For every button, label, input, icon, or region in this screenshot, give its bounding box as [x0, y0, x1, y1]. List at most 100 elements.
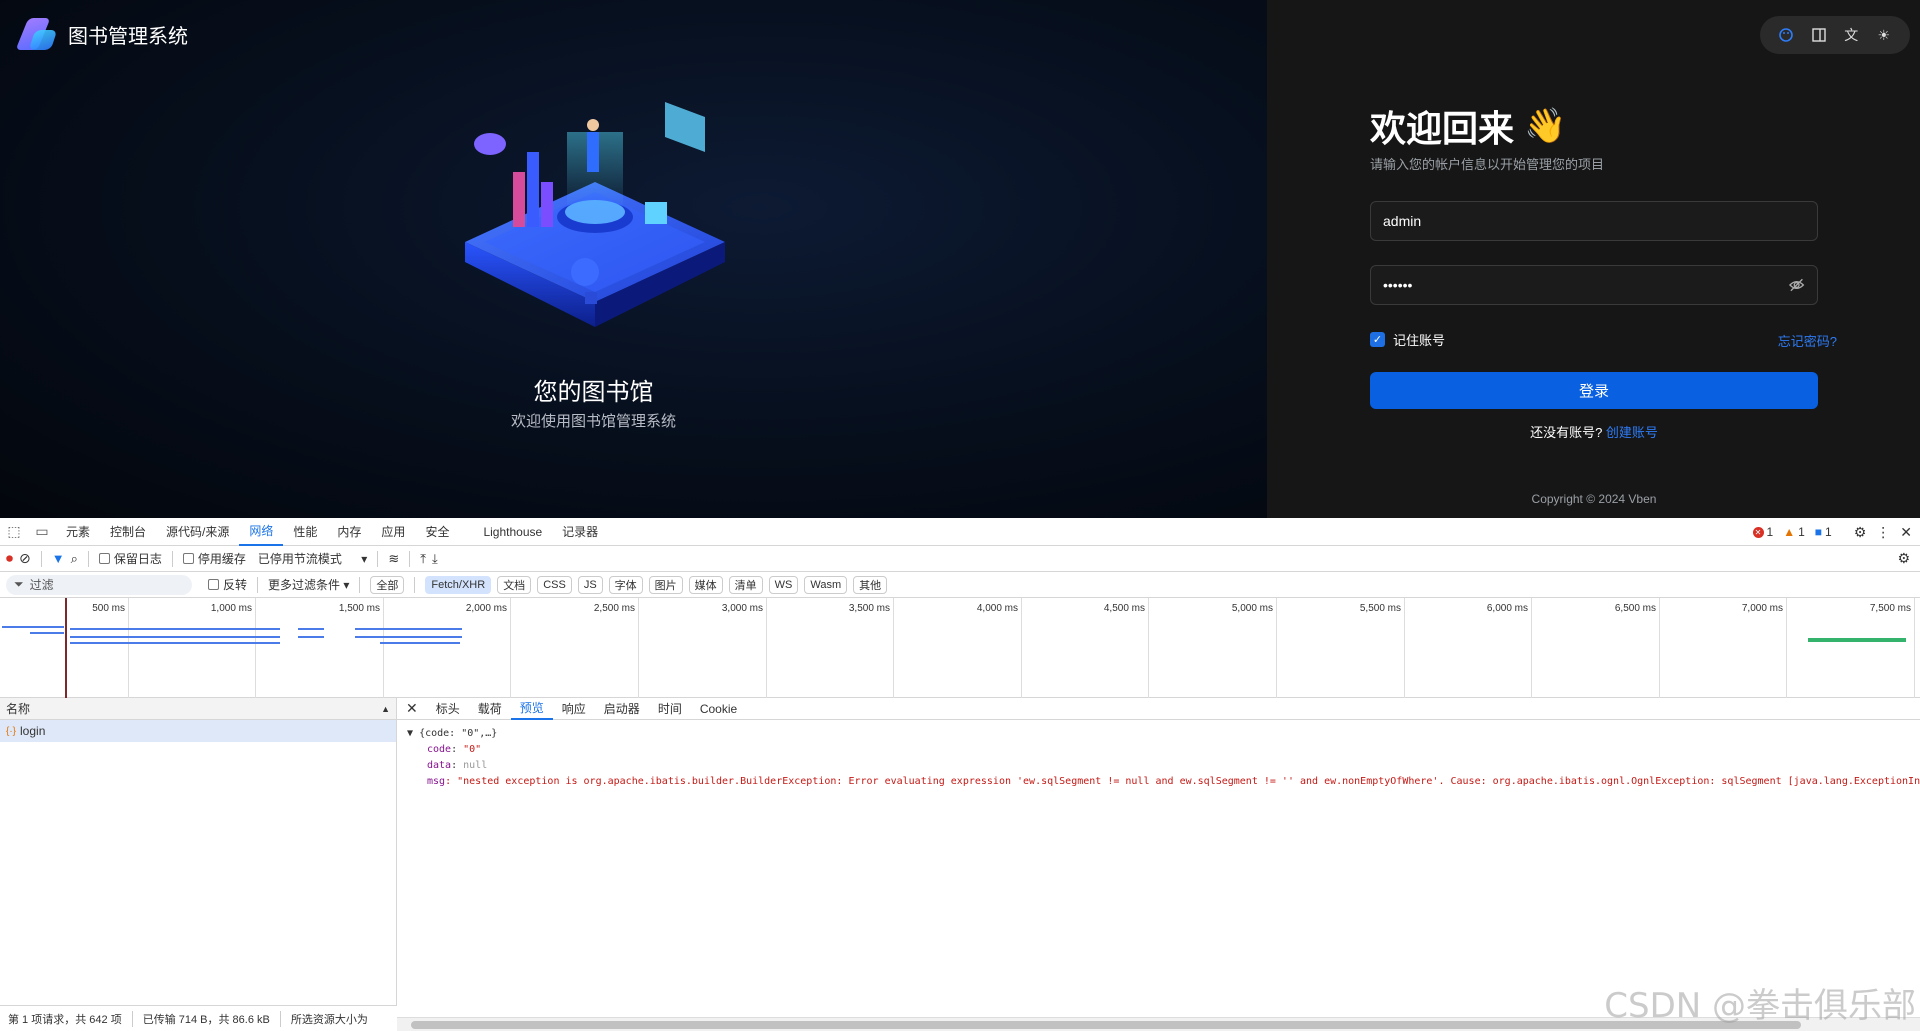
chip-other[interactable]: 其他	[853, 575, 888, 594]
checkbox-box[interactable]	[182, 553, 194, 564]
chip-font[interactable]: 字体	[608, 575, 643, 594]
password-field[interactable]	[1370, 265, 1818, 305]
tab-elements[interactable]: 元素	[56, 518, 100, 546]
detail-tabbar: ✕ 标头 载荷 预览 响应 启动器 时间 Cookie	[397, 698, 1920, 720]
remember-account[interactable]: ✓ 记住账号	[1370, 330, 1445, 349]
sort-up-icon: ▲	[381, 703, 390, 714]
search-icon[interactable]: ⌕	[71, 551, 78, 567]
tab-preview[interactable]: 预览	[510, 698, 553, 720]
settings-gear-icon[interactable]: ⚙	[1854, 524, 1867, 541]
name-column-header[interactable]: 名称 ▲	[0, 698, 396, 720]
eye-off-icon[interactable]	[1788, 276, 1805, 294]
close-devtools-icon[interactable]: ✕	[1900, 524, 1912, 541]
login-button[interactable]: 登录	[1370, 372, 1818, 409]
sun-icon[interactable]: ☀	[1874, 25, 1894, 45]
divider	[257, 576, 259, 593]
remember-checkbox[interactable]: ✓	[1370, 332, 1385, 347]
disable-cache-checkbox[interactable]: 停用缓存	[182, 550, 246, 567]
timeline-tick-label: 1,000 ms	[210, 603, 252, 614]
tab-console[interactable]: 控制台	[100, 518, 156, 546]
chip-img[interactable]: 图片	[648, 575, 683, 594]
import-har-icon[interactable]: ⤒	[420, 551, 426, 567]
tab-performance[interactable]: 性能	[283, 518, 327, 546]
record-icon[interactable]: ⏺	[6, 550, 13, 567]
warning-count[interactable]: ▲ 1	[1783, 525, 1805, 539]
device-toolbar-icon[interactable]: ▭	[28, 518, 56, 546]
expand-triangle-icon[interactable]: ▼	[407, 728, 413, 739]
hero-title: 您的图书馆	[533, 379, 654, 406]
tab-headers[interactable]: 标头	[427, 698, 469, 720]
checkbox-box[interactable]	[98, 553, 110, 564]
timeline-gridline	[1914, 598, 1915, 698]
timeline-gridline	[1786, 598, 1787, 698]
username-field[interactable]	[1370, 201, 1818, 241]
timeline-gridline	[766, 598, 767, 698]
network-conditions-icon[interactable]: ≋	[388, 551, 399, 567]
network-settings-icon[interactable]: ⚙	[1897, 550, 1910, 567]
tab-application[interactable]: 应用	[371, 518, 415, 546]
tab-sources[interactable]: 源代码/来源	[156, 518, 239, 546]
chip-wasm[interactable]: Wasm	[804, 575, 848, 594]
inspect-element-icon[interactable]: ⬚	[0, 518, 28, 546]
library-illustration	[465, 102, 725, 327]
preserve-log-checkbox[interactable]: 保留日志	[98, 550, 162, 567]
timeline-tick-label: 4,000 ms	[976, 603, 1018, 614]
timeline-tick-label: 6,000 ms	[1486, 603, 1528, 614]
json-data-row: data: null	[427, 760, 488, 771]
no-account-text: 还没有账号?	[1530, 425, 1603, 440]
brand[interactable]: 图书管理系统	[15, 16, 188, 52]
clear-icon[interactable]: ⊘	[19, 550, 31, 567]
timeline-tick-label: 1,500 ms	[338, 603, 380, 614]
json-root[interactable]: ▼ {code: "0",…}	[407, 726, 1910, 742]
network-timeline[interactable]: 500 ms 1,000 ms 1,500 ms 2,000 ms 2,500 ms 3,…	[0, 598, 1920, 698]
chip-all[interactable]: 全部	[370, 575, 405, 594]
login-form-panel: 文 ☀ 欢迎回来 👋 请输入您的帐户信息以开始管理您的项目 ✓ 记住账号 忘记密…	[1267, 0, 1920, 518]
filter-funnel-icon: ⏷	[14, 577, 24, 591]
browser-viewport: 图书管理系统 您的图书馆 欢迎使用图书馆管理系统 文 ☀ 欢迎回来 👋 请输入您…	[0, 0, 1920, 518]
chip-css[interactable]: CSS	[537, 575, 572, 594]
error-count[interactable]: ✕ 1	[1752, 525, 1773, 539]
chip-fetch-xhr[interactable]: Fetch/XHR	[425, 575, 492, 594]
more-filters-dropdown[interactable]: 更多过滤条件 ▾	[268, 576, 349, 593]
chip-doc[interactable]: 文档	[497, 575, 532, 594]
tab-memory[interactable]: 内存	[327, 518, 371, 546]
tab-timing[interactable]: 时间	[649, 698, 691, 720]
create-account-link[interactable]: 创建账号	[1606, 425, 1658, 440]
timeline-tick-label: 500 ms	[92, 603, 125, 614]
more-options-icon[interactable]: ⋮	[1876, 524, 1890, 541]
tab-recorder[interactable]: 记录器	[552, 518, 608, 546]
chip-js[interactable]: JS	[577, 575, 603, 594]
chip-media[interactable]: 媒体	[688, 575, 723, 594]
filter-icon[interactable]: ▼	[52, 551, 65, 566]
request-count: 第 1 项请求，共 642 项	[8, 1013, 122, 1026]
tab-network[interactable]: 网络	[239, 518, 284, 546]
throttle-select[interactable]: 已停用节流模式 ▾	[258, 550, 367, 567]
waving-hand-icon: 👋	[1524, 107, 1567, 145]
tab-lighthouse[interactable]: Lighthouse	[473, 518, 552, 546]
forgot-password-link[interactable]: 忘记密码?	[1778, 331, 1837, 350]
divider	[40, 550, 42, 567]
chip-manifest[interactable]: 清单	[728, 575, 763, 594]
tab-initiator[interactable]: 启动器	[595, 698, 649, 720]
resource-size: 所选资源大小为	[290, 1013, 368, 1026]
export-har-icon[interactable]: ⤓	[432, 551, 438, 567]
timeline-gridline	[255, 598, 256, 698]
scrollbar-thumb[interactable]	[411, 1021, 1801, 1029]
chip-ws[interactable]: WS	[768, 575, 799, 594]
message-count[interactable]: ■ 1	[1815, 525, 1832, 539]
request-row[interactable]: {·} login	[0, 720, 396, 742]
username-input[interactable]	[1383, 213, 1805, 229]
filter-input[interactable]: ⏷ 过滤	[6, 574, 192, 595]
divider	[409, 550, 411, 567]
palette-icon[interactable]	[1776, 25, 1796, 45]
tab-security[interactable]: 安全	[415, 518, 459, 546]
invert-checkbox[interactable]: 反转	[208, 576, 247, 593]
tab-cookies[interactable]: Cookie	[691, 698, 746, 720]
close-detail-icon[interactable]: ✕	[397, 698, 427, 720]
layout-icon[interactable]	[1809, 25, 1829, 45]
tab-response[interactable]: 响应	[553, 698, 595, 720]
checkbox-box[interactable]	[208, 579, 219, 590]
translate-icon[interactable]: 文	[1841, 25, 1861, 45]
password-input[interactable]	[1383, 277, 1788, 293]
tab-payload[interactable]: 载荷	[469, 698, 511, 720]
